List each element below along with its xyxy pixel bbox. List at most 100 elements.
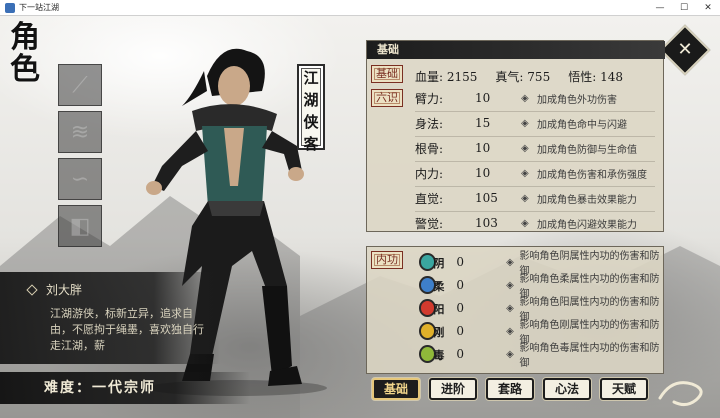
basic-panel-header: 基础 — [367, 41, 665, 59]
bullet-icon: ◈ — [506, 348, 514, 360]
character-page-title: 角 色 — [10, 22, 50, 86]
attribute-row: 直觉: 105 ◈ 加成角色暴击效果能力 — [415, 187, 637, 209]
hp-value: 2155 — [446, 70, 478, 84]
window-close-button[interactable]: ✕ — [696, 0, 720, 16]
window-titlebar: 下一站江湖 — ☐ ✕ — [0, 0, 720, 16]
difficulty-label: 难度：一代宗师 — [0, 372, 250, 404]
armor-slot-icon: ≋ — [70, 119, 90, 145]
swirl-decoration-icon — [658, 381, 703, 407]
orb-char: 阳 — [433, 303, 445, 316]
tab-advanced[interactable]: 进阶 — [429, 378, 477, 400]
character-bio-text: 江湖游侠，标新立异，追求自由，不愿拘于绳墨，喜欢独自行走江湖，薪 — [50, 307, 204, 352]
attribute-desc: 加成角色命中与闪避 — [537, 119, 627, 131]
attribute-label: 内力: — [415, 166, 444, 181]
window-title: 下一站江湖 — [19, 3, 59, 12]
bullet-icon: ◈ — [521, 167, 529, 179]
boots-slot-icon: ◧ — [69, 213, 91, 239]
attribute-row: 根骨: 10 ◈ 加成角色防御与生命值 — [415, 137, 637, 159]
weapon-slot[interactable]: ⟋ — [58, 64, 102, 106]
attribute-value: 15 — [475, 116, 491, 130]
wuxing-label: 悟性: — [568, 70, 597, 84]
hp-stat: 血量: 2155 — [415, 68, 477, 85]
inner-kungfu-row: 毒 0 ◈ 影响角色毒属性内功的伤害和防御 — [419, 343, 663, 369]
title-glyph-1: 角 — [10, 20, 40, 55]
inner-kungfu-tag: 内功 — [371, 251, 403, 269]
title-glyph-2: 色 — [10, 52, 40, 87]
attribute-desc: 加成角色闪避效果能力 — [537, 219, 637, 231]
seal-char-2: 湖 — [303, 91, 319, 109]
yin-orb-icon: 阴 — [419, 253, 444, 271]
attribute-value: 10 — [475, 91, 491, 105]
inner-value: 0 — [456, 255, 465, 269]
qi-label: 真气: — [495, 70, 524, 84]
attribute-row: 身法: 15 ◈ 加成角色命中与闪避 — [415, 112, 627, 134]
bullet-icon: ◈ — [521, 217, 529, 229]
minimize-button[interactable]: — — [648, 0, 672, 16]
orb-char: 毒 — [433, 349, 445, 362]
diamond-icon — [26, 283, 38, 296]
boots-slot[interactable]: ◧ — [58, 205, 102, 247]
character-bio-panel: 刘大胖 江湖游侠，标新立异，追求自由，不愿拘于绳墨，喜欢独自行走江湖，薪 — [0, 272, 220, 364]
maximize-button[interactable]: ☐ — [672, 0, 696, 16]
seal-char-4: 客 — [303, 135, 319, 153]
character-name-row: 刘大胖 — [26, 281, 220, 298]
attribute-label: 直觉: — [415, 191, 444, 206]
attribute-label: 警觉: — [415, 216, 444, 231]
belt-slot[interactable]: ∽ — [58, 158, 102, 200]
tab-routines[interactable]: 套路 — [486, 378, 534, 400]
core-stats: 血量: 2155 真气: 755 悟性: 148 — [415, 68, 623, 85]
armor-slot[interactable]: ≋ — [58, 111, 102, 153]
app-icon — [5, 2, 15, 13]
bullet-icon: ◈ — [506, 256, 514, 268]
attribute-value: 10 — [475, 166, 491, 180]
bullet-icon: ◈ — [521, 117, 529, 129]
tab-basic[interactable]: 基础 — [372, 378, 420, 400]
bullet-icon: ◈ — [521, 142, 529, 154]
attribute-value: 105 — [475, 191, 498, 205]
du-orb-icon: 毒 — [419, 345, 444, 363]
gang-orb-icon: 刚 — [419, 322, 444, 340]
qi-stat: 真气: 755 — [495, 68, 550, 85]
inner-value: 0 — [456, 301, 465, 315]
orb-char: 刚 — [433, 326, 445, 339]
attribute-desc: 加成角色外功伤害 — [537, 94, 617, 106]
tab-mind-method[interactable]: 心法 — [543, 378, 591, 400]
basic-tag: 基础 — [371, 65, 403, 83]
bullet-icon: ◈ — [506, 302, 514, 314]
wuxing-value: 148 — [600, 70, 623, 84]
attribute-value: 103 — [475, 216, 498, 230]
bullet-icon: ◈ — [506, 279, 514, 291]
character-title-seal: 江 湖 侠 客 — [297, 64, 325, 153]
seal-char-3: 侠 — [303, 113, 319, 131]
belt-slot-icon: ∽ — [70, 166, 90, 192]
bullet-icon: ◈ — [521, 92, 529, 104]
qi-value: 755 — [527, 70, 551, 84]
attribute-desc: 加成角色伤害和承伤强度 — [537, 169, 647, 181]
tab-talent[interactable]: 天赋 — [600, 378, 648, 400]
orb-char: 阴 — [433, 257, 445, 270]
inner-value: 0 — [456, 278, 465, 292]
hp-label: 血量: — [415, 70, 444, 84]
attribute-row: 内力: 10 ◈ 加成角色伤害和承伤强度 — [415, 162, 647, 184]
inner-desc: 影响角色毒属性内功的伤害和防御 — [519, 343, 660, 369]
attribute-row: 警觉: 103 ◈ 加成角色闪避效果能力 — [415, 212, 637, 234]
inner-kungfu-panel: 内功 阴 0 ◈ 影响角色阴属性内功的伤害和防御 柔 0 ◈ 影响角色柔属性内功… — [366, 246, 664, 374]
wuxing-stat: 悟性: 148 — [568, 68, 623, 85]
rou-orb-icon: 柔 — [419, 276, 444, 294]
yang-orb-icon: 阳 — [419, 299, 444, 317]
weapon-slot-icon: ⟋ — [72, 72, 88, 98]
attribute-label: 身法: — [415, 116, 444, 131]
attribute-value: 10 — [475, 141, 491, 155]
basic-stats-panel: 基础 基础 六识 血量: 2155 真气: 755 悟性: 148 臂力: 10… — [366, 40, 665, 234]
attribute-desc: 加成角色暴击效果能力 — [537, 194, 637, 206]
equipment-slots: ⟋ ≋ ∽ ◧ — [58, 64, 102, 252]
bullet-icon: ◈ — [506, 325, 514, 337]
attribute-row: 臂力: 10 ◈ 加成角色外功伤害 — [415, 87, 617, 109]
character-tabs: 基础 进阶 套路 心法 天赋 — [372, 378, 648, 400]
inner-value: 0 — [456, 347, 465, 361]
seal-char-1: 江 — [303, 69, 319, 87]
character-name: 刘大胖 — [46, 283, 83, 297]
inner-value: 0 — [456, 324, 465, 338]
six-senses-tag: 六识 — [371, 89, 403, 107]
orb-char: 柔 — [433, 280, 445, 293]
